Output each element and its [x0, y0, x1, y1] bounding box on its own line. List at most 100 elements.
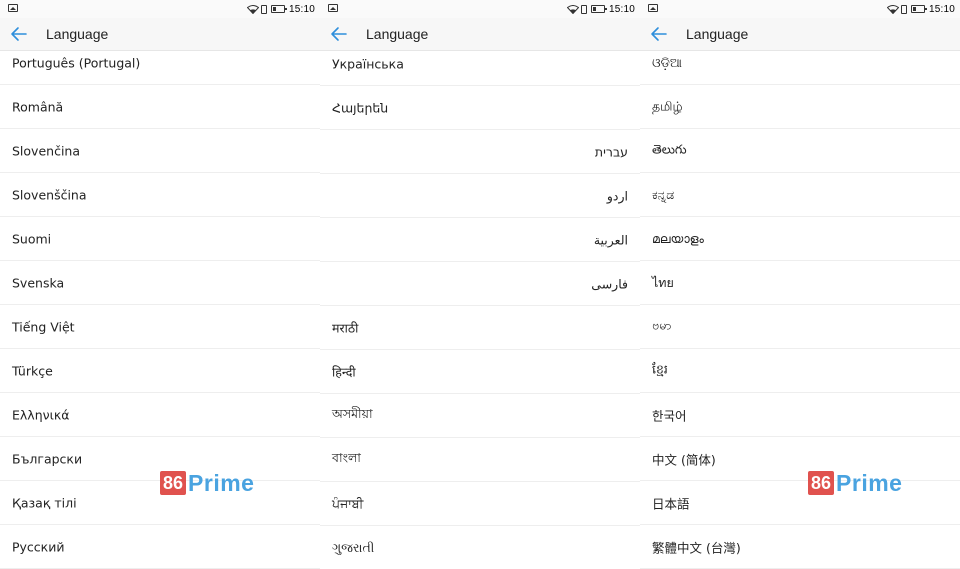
language-label: ខ្មែរ [652, 361, 668, 376]
language-label: 繁體中文 (台灣) [652, 540, 741, 555]
language-option[interactable]: Română [0, 85, 320, 129]
language-option[interactable]: বাংলা [320, 438, 640, 482]
language-option[interactable]: עברית [320, 130, 640, 174]
language-option[interactable]: ଓଡ଼ିଆ [640, 41, 960, 85]
wifi-icon [886, 5, 899, 14]
language-option[interactable]: தமிழ் [640, 85, 960, 129]
language-list: Українська Հայերեն עברית اردو العربية فارسی मर… [320, 42, 640, 569]
wifi-icon [566, 5, 579, 14]
language-label: ไทย [652, 274, 674, 290]
language-label: Română [12, 99, 64, 114]
language-label: Հայերեն [332, 100, 389, 115]
status-bar: 15:10 [640, 0, 960, 18]
language-label: فارسی [591, 276, 628, 291]
watermark-word: Prime [188, 469, 255, 496]
language-label: தமிழ் [652, 98, 683, 113]
language-option[interactable]: Svenska [0, 261, 320, 305]
phone-screen-2: 15:10 Language Українська Հայերեն עברית ارد… [320, 0, 640, 569]
language-label: ಕನ್ನಡ [652, 186, 675, 202]
language-label: 日本語 [652, 496, 690, 511]
image-icon [328, 4, 338, 12]
language-label: 中文 (简体) [652, 452, 716, 467]
language-option[interactable]: मराठी [320, 306, 640, 350]
status-time: 15:10 [288, 3, 315, 15]
language-option[interactable]: Slovenščina [0, 173, 320, 217]
battery-icon [590, 5, 607, 13]
image-icon [8, 4, 18, 12]
language-label: ਪੰਜਾਬੀ [332, 495, 364, 511]
language-label: Tiếng Việt [12, 319, 75, 334]
language-list: ଓଡ଼ିଆ தமிழ் తెలుగు ಕನ್ನಡ മലയാളം ไทย ဗမာ ខ្មែរ 한국… [640, 41, 960, 569]
language-label: ગુજરાતી [332, 539, 375, 555]
wifi-icon [246, 5, 259, 14]
status-time: 15:10 [608, 3, 635, 15]
language-option[interactable]: العربية [320, 218, 640, 262]
language-option[interactable]: ગુજરાતી [320, 526, 640, 569]
status-time: 15:10 [928, 3, 955, 15]
status-icons: 15:10 [246, 2, 315, 16]
language-label: हिन्दी [332, 364, 356, 379]
language-option[interactable]: हिन्दी [320, 350, 640, 394]
sim-icon [900, 4, 907, 14]
page-title: Language [366, 26, 429, 42]
language-option[interactable]: 中文 (简体) [640, 437, 960, 481]
language-label: Ελληνικά [12, 407, 70, 422]
language-option[interactable]: Türkçe [0, 349, 320, 393]
language-label: Қазақ тілі [12, 495, 77, 510]
language-option[interactable]: 한국어 [640, 393, 960, 437]
status-icons: 15:10 [566, 2, 635, 16]
status-icons: 15:10 [886, 2, 955, 16]
language-label: Български [12, 451, 83, 466]
phone-screen-1: 15:10 Language Português (Portugal) Român… [0, 0, 320, 569]
language-label: తెలుగు [652, 141, 687, 156]
language-label: Svenska [12, 275, 65, 290]
language-option[interactable]: Suomi [0, 217, 320, 261]
watermark: 86 Prime [808, 470, 902, 496]
battery-icon [270, 5, 287, 13]
language-label: ဗမာ [652, 317, 672, 332]
watermark-number: 86 [808, 471, 835, 495]
language-option[interactable]: اردو [320, 174, 640, 218]
language-label: 한국어 [652, 408, 687, 423]
language-option[interactable]: ਪੰਜਾਬੀ [320, 482, 640, 526]
language-option[interactable]: Slovenčina [0, 129, 320, 173]
arrow-left-icon[interactable] [329, 24, 349, 44]
status-bar: 15:10 [320, 0, 640, 18]
language-option[interactable]: Português (Portugal) [0, 41, 320, 85]
language-label: অসমীয়া [332, 405, 373, 421]
language-option[interactable]: Русский [0, 525, 320, 569]
language-label: Türkçe [12, 363, 53, 378]
language-option[interactable]: Українська [320, 42, 640, 86]
screens: 15:10 Language Português (Portugal) Român… [0, 0, 960, 569]
page-title: Language [686, 26, 749, 42]
language-option[interactable]: فارسی [320, 262, 640, 306]
language-label: Slovenčina [12, 143, 80, 158]
language-option[interactable]: Ελληνικά [0, 393, 320, 437]
sim-icon [580, 4, 587, 14]
language-option[interactable]: മലയാളം [640, 217, 960, 261]
language-option[interactable]: ខ្មែរ [640, 349, 960, 393]
language-option[interactable]: 繁體中文 (台灣) [640, 525, 960, 569]
language-label: עברית [594, 144, 628, 159]
status-bar: 15:10 [0, 0, 320, 18]
language-option[interactable]: Tiếng Việt [0, 305, 320, 349]
language-label: Suomi [12, 231, 52, 246]
phone-screen-3: 15:10 Language ଓଡ଼ିଆ தமிழ் తెలుగు ಕನ್ನಡ മലയാ… [640, 0, 960, 569]
language-label: Slovenščina [12, 187, 87, 202]
language-option[interactable]: Հայերեն [320, 86, 640, 130]
language-option[interactable]: తెలుగు [640, 129, 960, 173]
language-label: Русский [12, 539, 65, 554]
language-label: मराठी [332, 320, 359, 335]
language-label: ଓଡ଼ିଆ [652, 54, 682, 70]
language-option[interactable]: 日本語 [640, 481, 960, 525]
language-label: Українська [332, 56, 404, 71]
language-label: العربية [593, 232, 628, 247]
language-option[interactable]: ไทย [640, 261, 960, 305]
page-title: Language [46, 26, 109, 42]
language-option[interactable]: ဗမာ [640, 305, 960, 349]
language-option[interactable]: অসমীয়া [320, 394, 640, 438]
watermark: 86 Prime [160, 470, 254, 496]
battery-icon [910, 5, 927, 13]
language-label: മലയാളം [652, 230, 704, 246]
language-option[interactable]: ಕನ್ನಡ [640, 173, 960, 217]
